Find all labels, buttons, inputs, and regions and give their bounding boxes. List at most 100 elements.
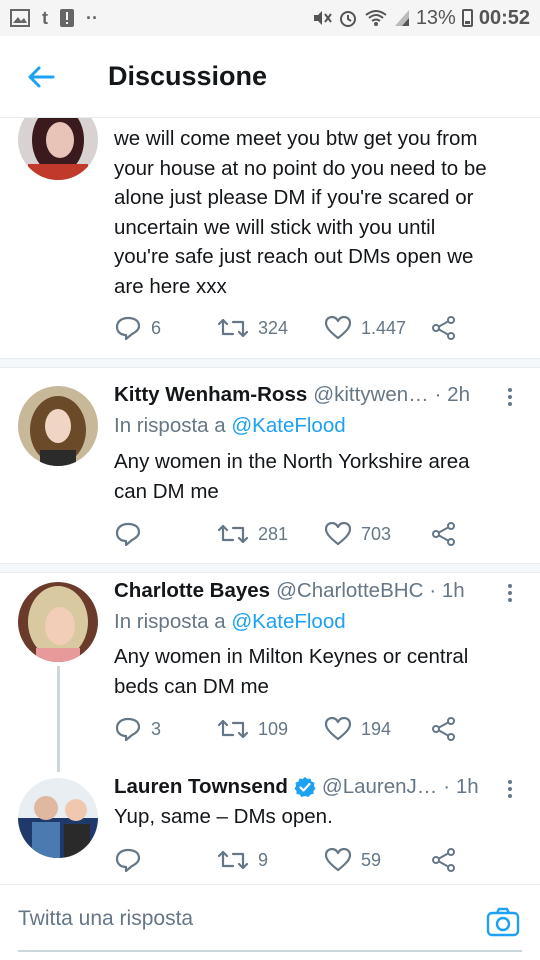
- tweet-actions: 281 703: [115, 519, 457, 549]
- retweet-button[interactable]: 9: [218, 848, 325, 872]
- avatar[interactable]: [18, 778, 98, 858]
- more-dots-icon: ··: [86, 7, 98, 28]
- battery-percent: 13%: [415, 6, 456, 29]
- reply-button[interactable]: [115, 848, 218, 872]
- tweet-text-line: you're safe just reach out DMs open we: [114, 245, 474, 268]
- avatar[interactable]: [18, 386, 98, 466]
- share-icon: [432, 848, 455, 872]
- like-button[interactable]: 1.447: [325, 316, 431, 340]
- avatar[interactable]: [18, 582, 98, 662]
- retweet-icon: [218, 318, 248, 338]
- top-bar: Discussione: [0, 36, 540, 118]
- reply-count: 6: [151, 317, 162, 338]
- tweet-actions: 9 59: [115, 845, 457, 875]
- camera-button[interactable]: [486, 905, 520, 939]
- tweet-header: Kitty Wenham-Ross @kittywen… · 2h: [114, 383, 494, 407]
- tweet-text-line: we will come meet you btw get you from: [114, 127, 478, 150]
- more-options-button[interactable]: [502, 584, 518, 602]
- avatar[interactable]: [18, 118, 98, 180]
- reply-button[interactable]: [115, 522, 218, 546]
- alarm-icon: [338, 8, 358, 28]
- share-button[interactable]: [431, 717, 457, 741]
- retweet-button[interactable]: 281: [218, 522, 325, 546]
- battery-icon: [461, 9, 473, 27]
- more-options-button[interactable]: [502, 780, 518, 798]
- alert-icon: [60, 9, 74, 27]
- thread-content: we will come meet you btw get you from y…: [0, 118, 540, 884]
- tweet-time: · 2h: [434, 383, 470, 406]
- tweet-text-line: are here xxx: [114, 274, 227, 298]
- reply-context: In risposta a @KateFlood: [114, 610, 346, 634]
- share-button[interactable]: [431, 522, 457, 546]
- like-count: 1.447: [361, 317, 407, 338]
- reply-mention[interactable]: @KateFlood: [231, 610, 345, 633]
- user-handle[interactable]: @kittywen…: [313, 383, 428, 407]
- verified-badge-icon: [294, 776, 316, 798]
- tweet-divider: [0, 358, 540, 368]
- reply-icon: [115, 316, 141, 340]
- tweet-header: Lauren Townsend @LaurenJ… · 1h: [114, 775, 494, 799]
- like-count: 703: [361, 523, 392, 544]
- camera-icon: [486, 907, 520, 937]
- reply-button[interactable]: 6: [115, 316, 218, 340]
- tweet-text-line: Any women in Milton Keynes or central: [114, 645, 469, 668]
- reply-icon: [115, 717, 141, 741]
- like-count: 59: [361, 849, 382, 870]
- mute-icon: [312, 9, 332, 27]
- tweet-time: · 1h: [443, 775, 479, 798]
- heart-icon: [325, 848, 351, 872]
- share-button[interactable]: [431, 848, 457, 872]
- like-button[interactable]: 703: [325, 522, 431, 546]
- tweet-text-line: Any women in the North Yorkshire area: [114, 450, 470, 473]
- tweet-text-line: can DM me: [114, 479, 219, 503]
- back-button[interactable]: [0, 36, 82, 118]
- share-icon: [432, 522, 455, 546]
- tweet-time: · 1h: [429, 579, 465, 602]
- retweet-count: 324: [258, 317, 289, 338]
- reply-count: 3: [151, 718, 162, 739]
- share-icon: [432, 717, 455, 741]
- reply-icon: [115, 848, 141, 872]
- reply-compose-bar: Twitta una risposta: [0, 884, 540, 960]
- reply-input-underline: [18, 950, 522, 952]
- thread-connector: [57, 666, 60, 772]
- tweet-text-line: alone just please DM if you're scared or: [114, 186, 474, 209]
- status-bar: t ·· 13% 00:52: [0, 0, 540, 36]
- status-bar-left: t ··: [10, 8, 98, 29]
- reply-button[interactable]: 3: [115, 717, 218, 741]
- retweet-count: 281: [258, 523, 289, 544]
- reply-prefix: In risposta a: [114, 414, 226, 437]
- tweet-actions: 3 109 194: [115, 714, 457, 744]
- tweet-text: Yup, same – DMs open.: [114, 802, 524, 832]
- tweet-text-line: beds can DM me: [114, 674, 269, 698]
- retweet-button[interactable]: 324: [218, 316, 325, 340]
- like-button[interactable]: 59: [325, 848, 431, 872]
- user-handle[interactable]: @CharlotteBHC: [276, 579, 423, 603]
- display-name[interactable]: Kitty Wenham-Ross: [114, 383, 307, 407]
- tweet-text-line: uncertain we will stick with you until: [114, 215, 436, 239]
- status-bar-right: 13% 00:52: [312, 7, 530, 30]
- retweet-button[interactable]: 109: [218, 717, 325, 741]
- page-title: Discussione: [108, 61, 268, 91]
- share-button[interactable]: [431, 316, 457, 340]
- display-name[interactable]: Charlotte Bayes: [114, 579, 270, 603]
- more-options-button[interactable]: [502, 388, 518, 406]
- heart-icon: [325, 522, 351, 546]
- retweet-icon: [218, 524, 248, 544]
- tweet-text: we will come meet you btw get you from y…: [114, 124, 524, 301]
- reply-input[interactable]: Twitta una risposta: [18, 907, 193, 931]
- signal-icon: [394, 9, 410, 27]
- retweet-count: 9: [258, 849, 269, 870]
- tweet-text-line: your house at no point do you need to be: [114, 156, 487, 180]
- reply-context: In risposta a @KateFlood: [114, 414, 346, 438]
- tweet-text: Any women in the North Yorkshire area ca…: [114, 447, 524, 506]
- heart-icon: [325, 717, 351, 741]
- retweet-icon: [218, 719, 248, 739]
- like-button[interactable]: 194: [325, 717, 431, 741]
- user-handle[interactable]: @LaurenJ…: [322, 775, 437, 799]
- wifi-icon: [364, 9, 388, 27]
- reply-mention[interactable]: @KateFlood: [231, 414, 345, 437]
- reply-prefix: In risposta a: [114, 610, 226, 633]
- retweet-icon: [218, 850, 248, 870]
- display-name[interactable]: Lauren Townsend: [114, 775, 288, 799]
